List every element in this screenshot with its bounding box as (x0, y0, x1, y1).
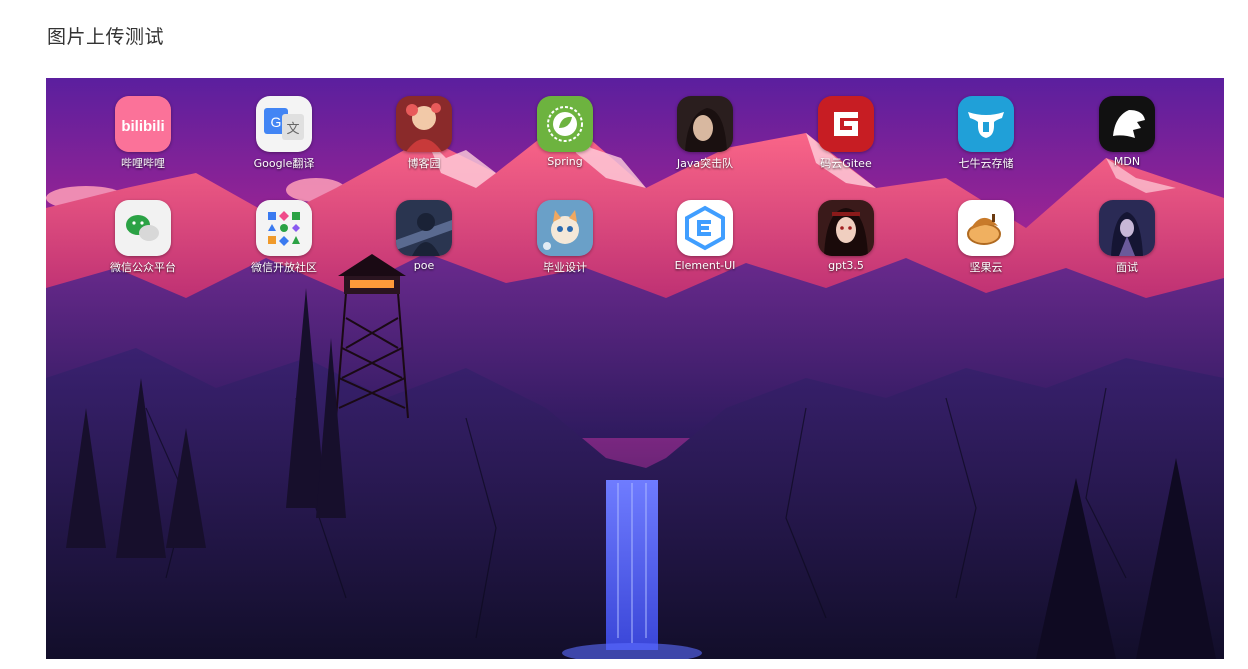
app-label: 坚果云 (969, 261, 1003, 274)
app-label: gpt3.5 (828, 259, 864, 272)
qiniu-icon (958, 96, 1014, 152)
app-shortcut-qiniu[interactable]: 七牛云存储 (936, 96, 1036, 171)
mdn-icon (1099, 96, 1155, 152)
app-shortcut-java-team[interactable]: Java突击队 (655, 96, 755, 171)
java-team-avatar-icon (677, 96, 733, 152)
app-shortcut-spring[interactable]: Spring (515, 96, 615, 168)
cnblogs-avatar-icon (396, 96, 452, 152)
app-label: poe (413, 259, 435, 272)
app-label: Element-UI (674, 259, 736, 272)
app-shortcut-jianguoyun[interactable]: 坚果云 (936, 200, 1036, 275)
interview-avatar-icon (1099, 200, 1155, 256)
app-shortcut-mdn[interactable]: MDN (1077, 96, 1177, 168)
jianguoyun-icon (958, 200, 1014, 256)
app-shortcut-grid: bilibili 哔哩哔哩 G文 Google翻译 博客园 Spring Jav… (46, 78, 1224, 278)
app-label: 微信开放社区 (251, 261, 317, 274)
app-label: Spring (547, 155, 583, 168)
wechat-open-community-icon (256, 200, 312, 256)
app-shortcut-bilibili[interactable]: bilibili 哔哩哔哩 (93, 96, 193, 171)
app-label: Java突击队 (676, 157, 734, 170)
app-label: 博客园 (407, 157, 441, 170)
bilibili-icon: bilibili (115, 96, 171, 152)
svg-text:文: 文 (286, 122, 299, 137)
app-label: 毕业设计 (543, 261, 587, 274)
wechat-icon (115, 200, 171, 256)
svg-text:bilibili: bilibili (121, 118, 164, 135)
graduation-cat-icon (537, 200, 593, 256)
app-shortcut-cnblogs[interactable]: 博客园 (374, 96, 474, 171)
gpt-avatar-icon (818, 200, 874, 256)
app-label: 七牛云存储 (958, 157, 1014, 170)
app-label: MDN (1113, 155, 1141, 168)
app-shortcut-gitee[interactable]: 码云Gitee (796, 96, 896, 171)
app-label: 面试 (1116, 261, 1138, 274)
app-shortcut-graduation-project[interactable]: 毕业设计 (515, 200, 615, 275)
page-title: 图片上传测试 (47, 26, 165, 48)
poe-avatar-icon (396, 200, 452, 256)
element-ui-icon (677, 200, 733, 256)
app-shortcut-poe[interactable]: poe (374, 200, 474, 272)
app-shortcut-interview[interactable]: 面试 (1077, 200, 1177, 275)
gitee-icon (818, 96, 874, 152)
app-shortcut-wechat-open-community[interactable]: 微信开放社区 (234, 200, 334, 275)
svg-text:G: G (271, 114, 282, 130)
app-label: 微信公众平台 (110, 261, 176, 274)
app-shortcut-element-ui[interactable]: Element-UI (655, 200, 755, 272)
app-shortcut-wechat-mp[interactable]: 微信公众平台 (93, 200, 193, 275)
app-label: 哔哩哔哩 (121, 157, 165, 170)
app-label: Google翻译 (253, 157, 315, 170)
desktop-wallpaper: bilibili 哔哩哔哩 G文 Google翻译 博客园 Spring Jav… (46, 78, 1224, 659)
app-label: 码云Gitee (820, 157, 872, 170)
app-shortcut-google-translate[interactable]: G文 Google翻译 (234, 96, 334, 171)
spring-icon (537, 96, 593, 152)
app-shortcut-gpt35[interactable]: gpt3.5 (796, 200, 896, 272)
google-translate-icon: G文 (256, 96, 312, 152)
